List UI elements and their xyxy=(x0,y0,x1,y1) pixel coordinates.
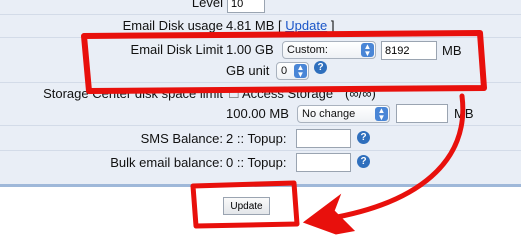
help-icon[interactable]: ? xyxy=(314,61,327,74)
divider xyxy=(0,14,521,15)
storage-checkbox-label: Access Storage xyxy=(242,86,334,101)
email-limit-select[interactable]: Custom: ▲ ▼ xyxy=(282,41,376,59)
email-disk-limit-label: Email Disk Limit xyxy=(130,42,223,57)
sms-value: 2 :: Topup: xyxy=(226,131,287,146)
storage-checkbox[interactable]: ☐ xyxy=(228,86,240,102)
divider xyxy=(0,125,521,126)
bulk-label: Bulk email balance: xyxy=(110,155,223,170)
email-disk-usage-value: 4.81 MB [ Update ] xyxy=(226,18,334,33)
divider xyxy=(0,150,521,151)
storage-center-label: Storage Center disk space limit xyxy=(43,86,223,101)
select-arrows-icon: ▲ ▼ xyxy=(294,64,307,79)
sms-label: SMS Balance: xyxy=(140,131,223,146)
storage-checkbox-extra: (∞/∞) xyxy=(345,86,376,101)
storage-select-value: No change xyxy=(302,108,356,120)
arrow-head xyxy=(302,193,356,235)
bulk-value: 0 :: Topup: xyxy=(226,155,287,170)
gb-unit-select[interactable]: 0 ▲ ▼ xyxy=(276,62,309,80)
storage-mb-input[interactable] xyxy=(396,104,448,123)
storage-value: 100.00 MB xyxy=(226,106,289,121)
email-disk-usage-suffix: ] xyxy=(330,18,335,33)
email-disk-usage-amount: 4.81 MB [ xyxy=(226,18,282,33)
level-label: Level xyxy=(191,0,223,10)
update-button[interactable]: Update xyxy=(223,197,270,215)
help-icon[interactable]: ? xyxy=(357,131,370,144)
update-usage-link[interactable]: Update xyxy=(285,18,327,33)
gb-unit-label: GB unit xyxy=(226,63,270,78)
select-arrows-icon: ▲ ▼ xyxy=(361,43,374,58)
email-limit-unit: MB xyxy=(442,43,462,58)
divider xyxy=(0,37,521,38)
email-limit-mb-input[interactable] xyxy=(381,41,437,60)
bulk-topup-input[interactable] xyxy=(296,153,351,172)
storage-select[interactable]: No change ▲ ▼ xyxy=(297,105,390,123)
help-icon[interactable]: ? xyxy=(357,155,370,168)
divider xyxy=(0,82,521,83)
storage-unit: MB xyxy=(454,106,474,121)
section-divider xyxy=(0,184,521,187)
gb-unit-select-value: 0 xyxy=(281,65,288,77)
email-disk-limit-value: 1.00 GB xyxy=(226,42,274,57)
email-disk-usage-label: Email Disk usage xyxy=(122,18,223,33)
email-limit-select-value: Custom: xyxy=(287,44,328,56)
select-arrows-icon: ▲ ▼ xyxy=(375,107,388,122)
level-input[interactable] xyxy=(227,0,265,13)
sms-topup-input[interactable] xyxy=(296,129,351,148)
